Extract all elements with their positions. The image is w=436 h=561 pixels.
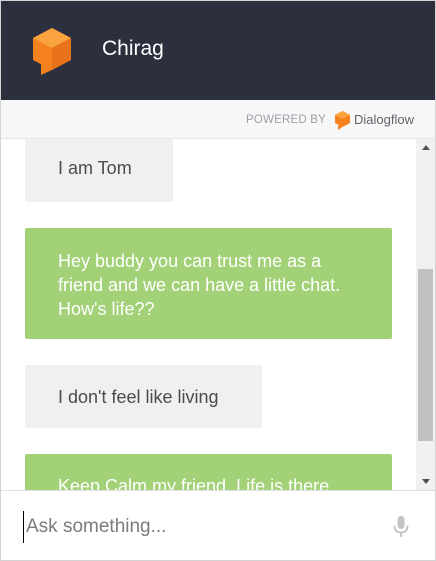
message-text: Hey buddy you can trust me as a friend a… xyxy=(58,251,341,319)
dialogflow-agent-icon xyxy=(33,28,71,75)
microphone-icon[interactable] xyxy=(393,515,409,539)
dialogflow-brand: Dialogflow xyxy=(354,112,414,127)
message-text: I am Tom xyxy=(58,158,132,178)
chat-scrollbar[interactable] xyxy=(416,139,435,490)
message-text: I don't feel like living xyxy=(58,387,219,407)
bot-message: I am Tom xyxy=(25,139,173,202)
chat-widget: Chirag POWERED BY Dialogflow I am Tom He… xyxy=(0,0,436,561)
user-message: Keep Calm my friend, Life is there xyxy=(25,454,392,490)
powered-by-label: POWERED BY xyxy=(246,114,326,126)
bot-message: I don't feel like living xyxy=(25,365,262,428)
input-bar xyxy=(1,490,435,560)
message-text: Keep Calm my friend, Life is there xyxy=(58,476,330,490)
bot-name: Chirag xyxy=(102,37,164,60)
scrollbar-thumb[interactable] xyxy=(418,269,433,441)
message-input[interactable] xyxy=(23,511,378,543)
chat-header: Chirag xyxy=(1,1,435,100)
message-list[interactable]: I am Tom Hey buddy you can trust me as a… xyxy=(1,139,435,490)
scroll-up-arrow-icon[interactable] xyxy=(416,139,435,156)
dialogflow-icon xyxy=(335,111,350,130)
scroll-down-arrow-icon[interactable] xyxy=(416,473,435,490)
powered-by-bar: POWERED BY Dialogflow xyxy=(1,100,435,139)
user-message: Hey buddy you can trust me as a friend a… xyxy=(25,228,392,339)
